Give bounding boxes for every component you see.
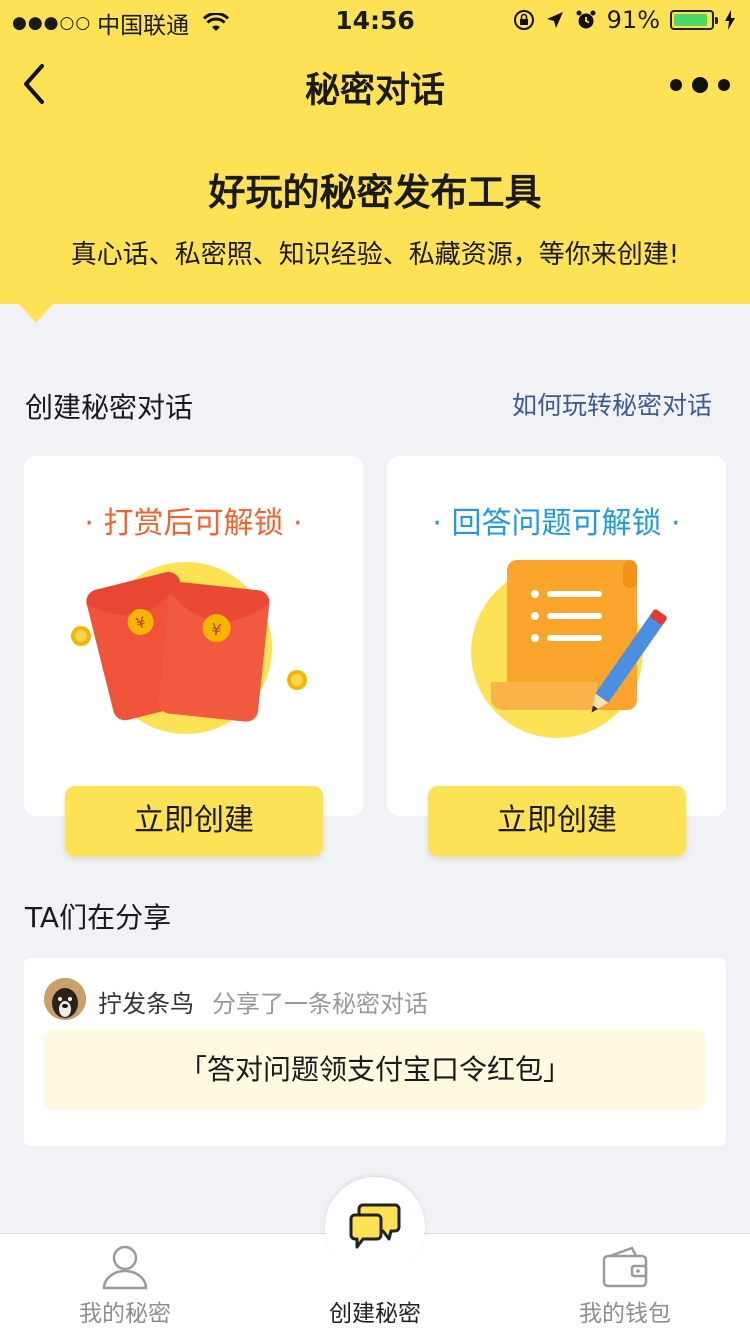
wallet-icon: [602, 1246, 648, 1288]
battery-icon: [670, 10, 718, 30]
location-icon: [546, 12, 563, 28]
share-section-title: TA们在分享: [25, 901, 172, 934]
create-answer-button[interactable]: 立即创建: [428, 786, 686, 856]
share-username: 拧发条鸟: [98, 990, 194, 1018]
tab-label: 我的钱包: [579, 1301, 671, 1327]
status-bar: ●●●○○ 中国联通 14:56 91%: [0, 0, 750, 40]
card-title: · 打赏后可解锁 ·: [84, 506, 303, 541]
share-quote: 「答对问题领支付宝口令红包」: [44, 1030, 706, 1110]
card-title: · 回答问题可解锁 ·: [432, 506, 681, 541]
battery-level: [674, 14, 707, 26]
alarm-icon: [576, 10, 596, 29]
tab-my-secrets[interactable]: 我的秘密: [0, 1234, 250, 1335]
hero-subtitle: 真心话、私密照、知识经验、私藏资源，等你来创建!: [70, 240, 680, 270]
more-button[interactable]: [670, 70, 730, 100]
hero-title: 好玩的秘密发布工具: [208, 171, 542, 214]
more-icon: [670, 79, 682, 91]
battery-percent: 91%: [606, 6, 660, 34]
share-action: 分享了一条秘密对话: [212, 990, 428, 1018]
avatar: [44, 978, 86, 1020]
header-notch: [18, 303, 54, 323]
chat-bubbles-icon: [349, 1203, 401, 1249]
create-secret-fab[interactable]: [325, 1177, 425, 1277]
create-section-title: 创建秘密对话: [25, 391, 194, 424]
rotation-lock-icon: [513, 10, 534, 30]
scroll-pencil-icon: [471, 560, 667, 738]
charging-icon: [725, 10, 735, 30]
nav-bar: 秘密对话: [0, 44, 750, 128]
tab-my-wallet[interactable]: 我的钱包: [500, 1234, 750, 1335]
red-envelope-icon: ¥ ¥: [71, 562, 307, 734]
reward-unlock-card[interactable]: · 打赏后可解锁 · ¥ ¥: [24, 456, 363, 816]
page-title: 秘密对话: [304, 71, 445, 111]
share-item[interactable]: 拧发条鸟 分享了一条秘密对话 「答对问题领支付宝口令红包」: [24, 958, 726, 1146]
svg-text:¥: ¥: [210, 620, 222, 640]
answer-unlock-card[interactable]: · 回答问题可解锁 ·: [387, 456, 726, 816]
user-icon: [102, 1245, 148, 1290]
tab-label: 我的秘密: [79, 1301, 171, 1327]
how-to-play-link[interactable]: 如何玩转秘密对话: [512, 386, 712, 422]
create-reward-button[interactable]: 立即创建: [65, 786, 323, 856]
tab-label: 创建秘密: [329, 1301, 421, 1327]
